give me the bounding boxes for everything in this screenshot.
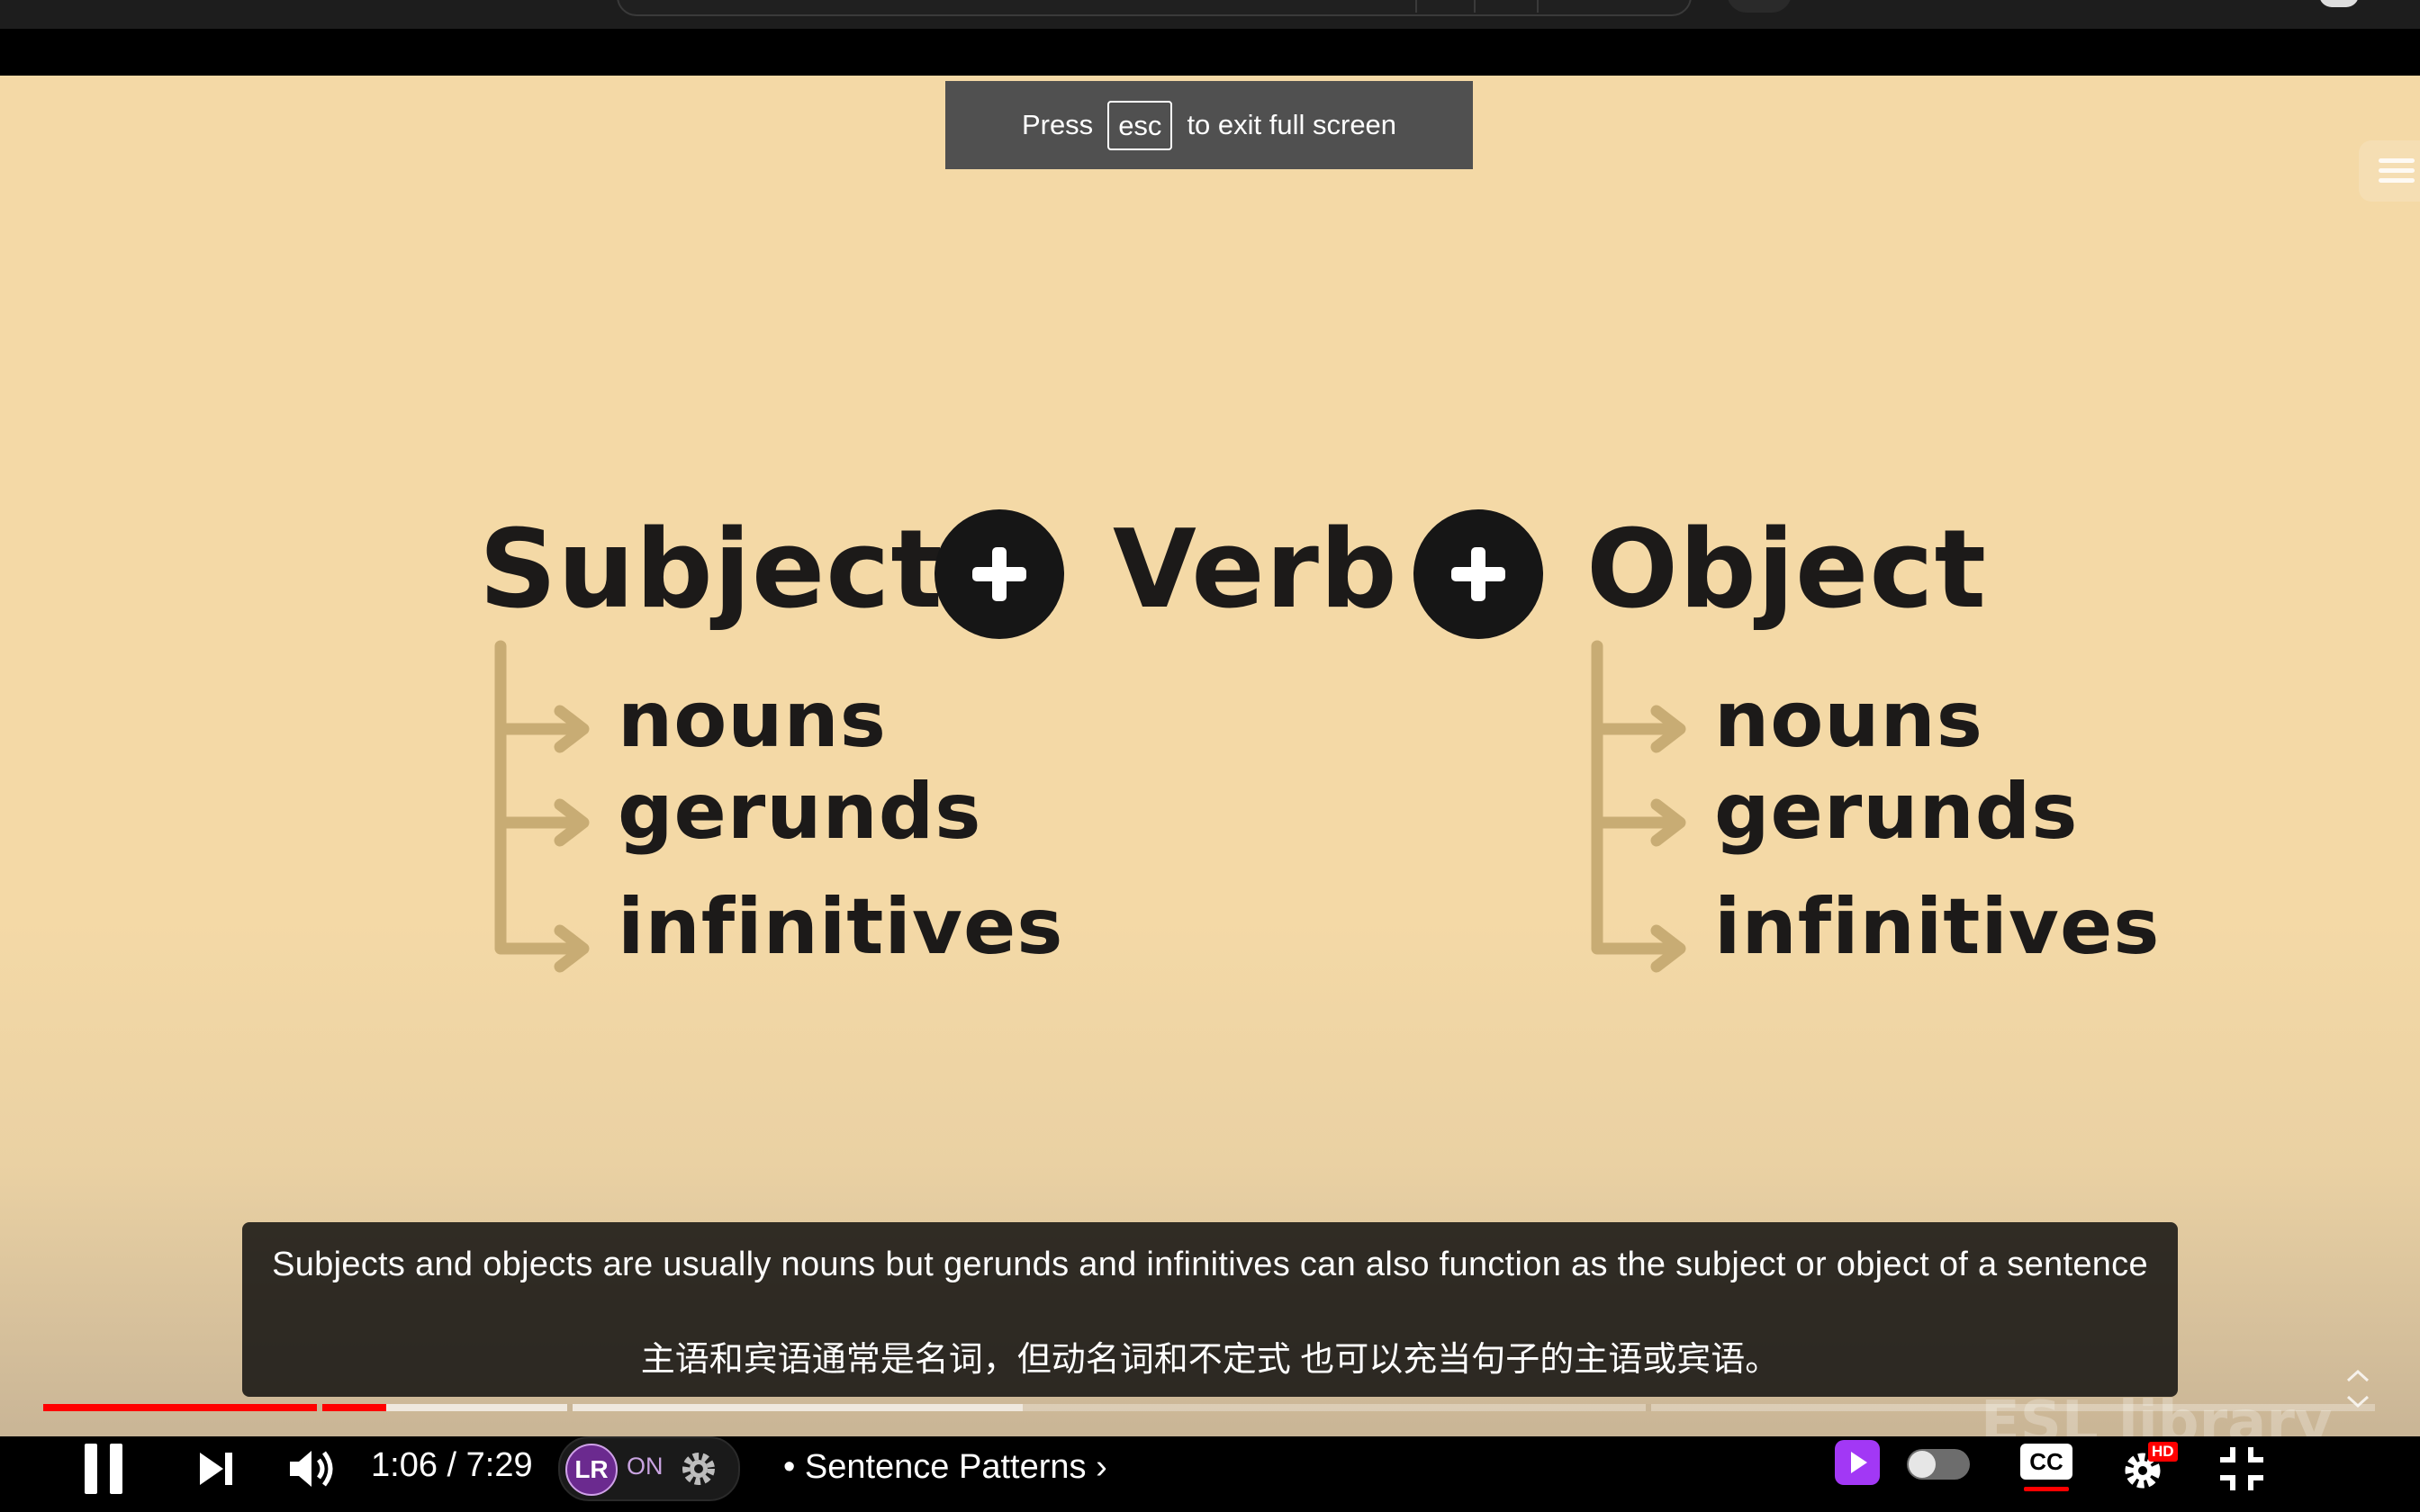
object-item: gerunds — [1714, 767, 2079, 857]
time-display: 1:06 / 7:29 — [371, 1440, 533, 1490]
chapter-marker — [317, 1404, 322, 1411]
next-icon[interactable] — [196, 1449, 236, 1489]
hd-badge: HD — [2148, 1442, 2178, 1462]
chapter-marker — [567, 1404, 573, 1411]
browser-top-strip — [0, 0, 2420, 76]
subtitle-english: Subjects and objects are usually nouns b… — [272, 1246, 2148, 1283]
exit-fullscreen-icon[interactable] — [2217, 1444, 2267, 1494]
search-bar-divider — [1415, 0, 1417, 13]
autoplay-toggle[interactable] — [1907, 1449, 1970, 1480]
player-controls: 1:06 / 7:29 LR ON • Sentence Patterns › … — [0, 1436, 2420, 1512]
time-separator: / — [447, 1446, 457, 1484]
progress-bar[interactable] — [43, 1404, 2375, 1411]
subject-branch-line — [494, 640, 582, 955]
extension-logo-icon: LR — [565, 1444, 618, 1496]
object-item: infinitives — [1714, 882, 2161, 972]
search-bar-divider — [1537, 0, 1539, 13]
settings-button[interactable]: HD — [2123, 1442, 2178, 1492]
pause-icon[interactable] — [85, 1444, 128, 1494]
subject-item: infinitives — [618, 882, 1064, 972]
play-extension-icon[interactable] — [1835, 1440, 1880, 1485]
subject-item: nouns — [618, 675, 887, 765]
duration: 7:29 — [465, 1446, 533, 1484]
search-bar-divider — [1474, 0, 1476, 13]
object-item: nouns — [1714, 675, 1983, 765]
captions-button[interactable]: CC — [2020, 1444, 2072, 1491]
subtitle-chinese: 主语和宾语通常是名词，但动名词和不定式 也可以充当句子的主语或宾语。 — [640, 1341, 1780, 1379]
progress-played — [43, 1404, 386, 1411]
chapter-title[interactable]: • Sentence Patterns › — [783, 1442, 1107, 1492]
search-bar[interactable] — [617, 0, 1692, 16]
language-reactor-toggle[interactable]: LR ON — [558, 1436, 740, 1501]
chapter-label: • Sentence Patterns — [783, 1448, 1087, 1486]
toggle-knob — [1909, 1451, 1936, 1478]
subject-item: gerunds — [618, 767, 982, 857]
volume-icon[interactable] — [288, 1445, 339, 1492]
chevron-right-icon: › — [1096, 1448, 1107, 1486]
extension-status: ON — [627, 1453, 664, 1480]
subtitle-box[interactable]: Subjects and objects are usually nouns b… — [242, 1222, 2178, 1397]
gear-icon[interactable] — [677, 1447, 720, 1490]
captions-active-indicator — [2024, 1487, 2069, 1491]
cc-icon: CC — [2020, 1444, 2072, 1480]
current-time: 1:06 — [371, 1446, 438, 1484]
object-branch-line — [1591, 640, 1679, 955]
chapter-marker — [1646, 1404, 1651, 1411]
